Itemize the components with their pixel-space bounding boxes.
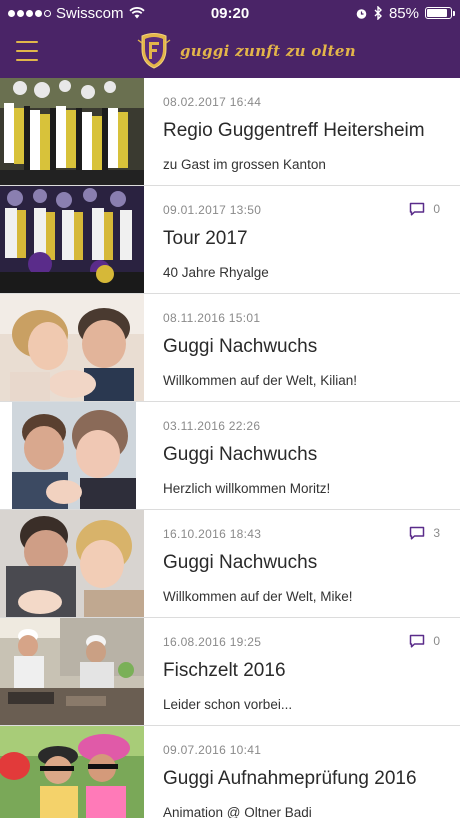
- news-date: 08.02.2017 16:44: [163, 95, 262, 109]
- comment-count[interactable]: 0: [409, 634, 440, 648]
- family-baby-photo: [0, 510, 144, 617]
- comment-icon: [410, 526, 425, 540]
- news-title: Regio Guggentreff Heitersheim: [163, 120, 425, 141]
- news-item[interactable]: 16.10.2016 18:43 3 Guggi Nachwuchs Willk…: [0, 510, 460, 618]
- news-list: 08.02.2017 16:44 Regio Guggentreff Heite…: [0, 78, 460, 818]
- news-subtitle: Leider schon vorbei...: [163, 697, 293, 712]
- status-bar: Swisscom 09:20 85%: [0, 0, 460, 26]
- wifi-icon: [128, 7, 145, 19]
- comment-count-value: 3: [433, 526, 440, 540]
- comment-count-value: 0: [433, 634, 440, 648]
- alarm-clock-icon: [356, 8, 367, 19]
- status-left: Swisscom: [8, 5, 145, 22]
- comment-count[interactable]: 3: [409, 526, 440, 540]
- family-baby-photo: [0, 294, 144, 401]
- news-item[interactable]: 08.02.2017 16:44 Regio Guggentreff Heite…: [0, 78, 460, 186]
- news-date: 09.07.2016 10:41: [163, 743, 262, 757]
- news-item[interactable]: 09.07.2016 10:41 Guggi Aufnahmeprüfung 2…: [0, 726, 460, 818]
- signal-strength-icon: [8, 9, 51, 17]
- news-title: Guggi Nachwuchs: [163, 444, 318, 465]
- news-subtitle: zu Gast im grossen Kanton: [163, 157, 326, 172]
- news-thumbnail: [0, 78, 144, 185]
- news-date: 09.01.2017 13:50: [163, 203, 262, 217]
- news-title: Tour 2017: [163, 228, 248, 249]
- news-thumbnail: [0, 618, 144, 725]
- news-item[interactable]: 08.11.2016 15:01 Guggi Nachwuchs Willkom…: [0, 294, 460, 402]
- news-title: Guggi Nachwuchs: [163, 336, 318, 357]
- news-item[interactable]: 16.08.2016 19:25 0 Fischzelt 2016 Leider…: [0, 618, 460, 726]
- comment-count[interactable]: 0: [409, 202, 440, 216]
- brand-logo: guggi zunft zu olten: [136, 32, 356, 70]
- brand-name: guggi zunft zu olten: [180, 42, 356, 60]
- news-subtitle: 40 Jahre Rhyalge: [163, 265, 269, 280]
- news-item[interactable]: 09.01.2017 13:50 0 Tour 2017 40 Jahre Rh…: [0, 186, 460, 294]
- news-title: Guggi Nachwuchs: [163, 552, 318, 573]
- comment-count-value: 0: [433, 202, 440, 216]
- comment-icon: [410, 202, 425, 216]
- pool-party-photo: [0, 726, 144, 818]
- news-title: Fischzelt 2016: [163, 660, 286, 681]
- hamburger-menu-icon[interactable]: [16, 41, 38, 61]
- status-right: 85%: [355, 4, 455, 22]
- news-thumbnail: [0, 510, 144, 617]
- comment-icon: [410, 634, 425, 648]
- news-title: Guggi Aufnahmeprüfung 2016: [163, 768, 417, 789]
- news-thumbnail: [0, 186, 144, 293]
- bluetooth-icon: [374, 6, 382, 20]
- band-parade-photo: [0, 78, 144, 185]
- news-subtitle: Herzlich willkommen Moritz!: [163, 481, 331, 496]
- navigation-bar: guggi zunft zu olten: [0, 26, 460, 78]
- news-date: 16.10.2016 18:43: [163, 527, 262, 541]
- news-date: 03.11.2016 22:26: [163, 419, 261, 433]
- news-date: 16.08.2016 19:25: [163, 635, 262, 649]
- fish-tent-photo: [0, 618, 144, 725]
- carrier-name: Swisscom: [56, 4, 124, 22]
- news-thumbnail: [0, 402, 144, 509]
- crest-icon: [137, 33, 171, 69]
- news-item[interactable]: 03.11.2016 22:26 Guggi Nachwuchs Herzlic…: [0, 402, 460, 510]
- news-thumbnail: [0, 726, 144, 818]
- news-subtitle: Animation @ Oltner Badi: [163, 805, 312, 818]
- battery-percent: 85%: [388, 4, 419, 22]
- family-baby-photo: [0, 402, 144, 509]
- news-date: 08.11.2016 15:01: [163, 311, 261, 325]
- news-thumbnail: [0, 294, 144, 401]
- news-subtitle: Willkommen auf der Welt, Kilian!: [163, 373, 358, 388]
- news-subtitle: Willkommen auf der Welt, Mike!: [163, 589, 353, 604]
- battery-icon: [425, 7, 455, 19]
- crowd-costumes-photo: [0, 186, 144, 293]
